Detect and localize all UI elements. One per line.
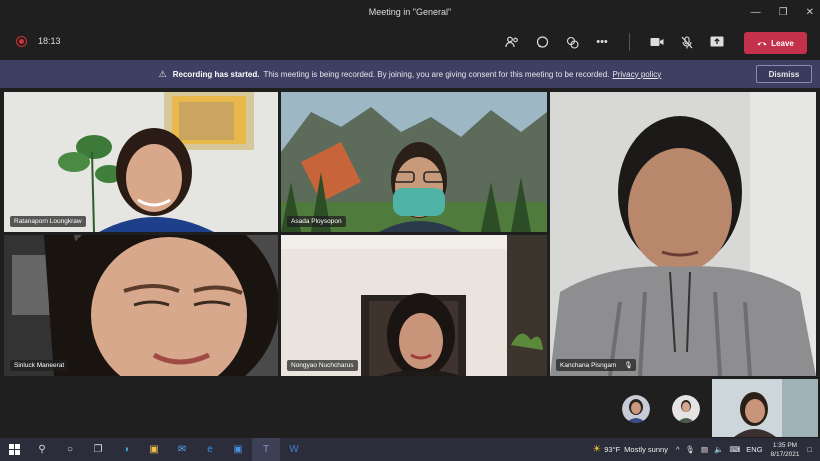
toolbar-divider — [629, 33, 630, 51]
camera-icon[interactable] — [648, 33, 666, 51]
recording-icon — [16, 36, 27, 47]
edge-icon[interactable]: ◑ — [112, 438, 140, 461]
close-icon[interactable]: ✕ — [806, 7, 814, 18]
maximize-icon[interactable]: ❐ — [779, 7, 788, 18]
title-bar: Meeting in "General" — ❐ ✕ — [0, 0, 820, 24]
leave-button[interactable]: Leave — [744, 32, 807, 54]
word-icon[interactable]: W — [280, 438, 308, 461]
network-icon[interactable]: ▤ — [701, 445, 708, 454]
video-feed-image — [281, 92, 547, 232]
banner-title: Recording has started. — [172, 69, 260, 79]
cortana-icon[interactable]: ○ — [56, 438, 84, 461]
reactions-icon[interactable] — [563, 33, 581, 51]
participant-name-text: Kanchana Pisngam — [560, 362, 617, 369]
mail-icon[interactable]: ✉ — [168, 438, 196, 461]
banner-message: This meeting is being recorded. By joini… — [263, 69, 610, 79]
teams-icon[interactable]: T — [252, 438, 280, 461]
keyboard-icon[interactable]: ⌨ — [729, 445, 740, 454]
clock-date: 8/17/2021 — [770, 450, 800, 458]
window-controls: — ❐ ✕ — [751, 0, 814, 24]
video-tile[interactable]: Ratanaporn Loungkraw — [4, 92, 278, 232]
window-title: Meeting in "General" — [368, 7, 452, 17]
self-view-video[interactable] — [712, 379, 818, 437]
toolbar-actions: ••• — [503, 33, 726, 51]
clock[interactable]: 1:35 PM 8/17/2021 — [771, 441, 800, 459]
video-feed-image — [4, 235, 278, 376]
phone-hangup-icon — [757, 39, 767, 48]
task-view-icon[interactable]: ❐ — [84, 438, 112, 461]
participant-name: Sinluck Maneerat — [10, 360, 69, 371]
volume-icon[interactable]: 🔈 — [714, 445, 723, 454]
participant-name: Kanchana Pisngam 🎙 — [556, 359, 637, 371]
search-icon[interactable]: ⚲ — [28, 438, 56, 461]
zoom-icon[interactable]: ▣ — [224, 438, 252, 461]
mic-muted-icon: 🎙 — [624, 362, 633, 369]
clock-time: 1:35 PM — [772, 441, 798, 449]
video-tile[interactable]: Kanchana Pisngam 🎙 — [550, 92, 816, 376]
show-hidden-icons[interactable]: ^ — [676, 445, 680, 454]
mic-muted-icon[interactable] — [678, 33, 696, 51]
participant-avatar[interactable] — [672, 395, 700, 423]
weather-text[interactable]: Mostly sunny — [624, 445, 668, 454]
meeting-toolbar: 18:13 ••• Leave — [0, 24, 820, 60]
video-tile[interactable]: Nongyao Nuchcharus — [281, 235, 547, 376]
chat-icon[interactable] — [533, 33, 551, 51]
video-tile[interactable]: Sinluck Maneerat — [4, 235, 278, 376]
participant-name: Ratanaporn Loungkraw — [10, 216, 86, 227]
privacy-policy-link[interactable]: Privacy policy — [612, 70, 661, 79]
participants-icon[interactable] — [503, 33, 521, 51]
mic-icon[interactable]: 🎙 — [685, 445, 695, 454]
weather-temp[interactable]: 93°F — [604, 445, 620, 454]
warning-icon: ⚠ — [158, 68, 167, 79]
video-feed-image — [550, 92, 816, 376]
windows-taskbar: ⚲ ○ ❐ ◑ ▣ ✉ e ▣ T W ☀ 93°F Mostly sunny … — [0, 438, 820, 461]
meeting-timer: 18:13 — [38, 36, 61, 46]
weather-icon: ☀ — [592, 444, 602, 455]
dismiss-button[interactable]: Dismiss — [756, 65, 812, 83]
video-feed-image — [712, 379, 818, 437]
participant-name: Nongyao Nuchcharus — [287, 360, 358, 371]
participant-avatar[interactable] — [622, 395, 650, 423]
internet-explorer-icon[interactable]: e — [196, 438, 224, 461]
video-feed-image — [4, 92, 278, 232]
video-feed-image — [281, 235, 547, 376]
file-explorer-icon[interactable]: ▣ — [140, 438, 168, 461]
more-options-icon[interactable]: ••• — [593, 33, 611, 51]
system-tray: ☀ 93°F Mostly sunny ^ 🎙 ▤ 🔈 ⌨ ENG 1:35 P… — [592, 438, 820, 461]
video-tile[interactable]: Asada Ploysopon — [281, 92, 547, 232]
language-indicator[interactable]: ENG — [746, 445, 762, 454]
windows-start-icon[interactable] — [0, 438, 28, 461]
minimize-icon[interactable]: — — [751, 7, 761, 18]
recording-banner: ⚠ Recording has started. This meeting is… — [0, 60, 820, 88]
leave-label: Leave — [771, 38, 794, 48]
share-screen-icon[interactable] — [708, 33, 726, 51]
notifications-icon[interactable]: □ — [807, 445, 812, 454]
participant-name: Asada Ploysopon — [287, 216, 346, 227]
